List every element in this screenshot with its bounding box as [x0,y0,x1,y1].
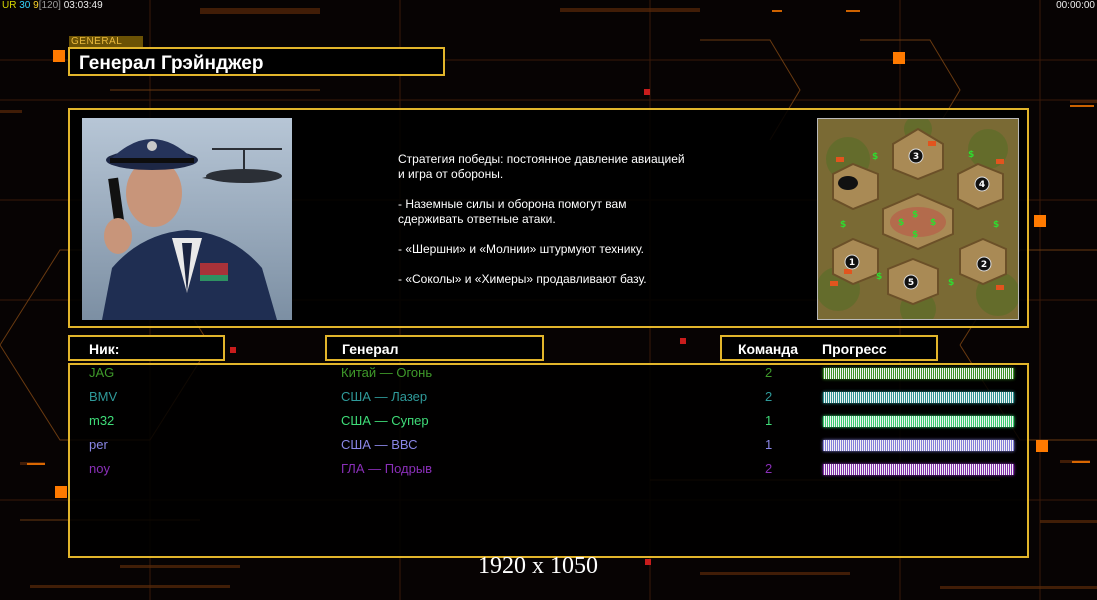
player-nick: BMV [89,389,118,404]
player-progress-fill [823,464,1014,475]
players-rows: JAG Китай — Огонь 2 BMV США — Лазер 2 m32 США —… [0,365,1097,555]
strategy-line: Стратегия победы: постоянное давление ав… [398,152,685,181]
player-progress-fill [823,392,1014,403]
supply-marker: $ [840,220,846,230]
supply-marker: $ [993,220,999,230]
player-general: Китай — Огонь [341,365,433,380]
player-nick: m32 [89,413,115,428]
player-team: 2 [765,365,773,380]
player-progress-bar [823,440,1014,451]
header-team-progress: Команда Прогресс [720,335,938,361]
player-team: 2 [765,461,773,476]
player-general: ГЛА — Подрыв [341,461,433,476]
player-progress-bar [823,392,1014,403]
map-preview-image: $ $ $ $ $ $ $ $ $ $ 1 2 3 4 5 [818,119,1018,319]
player-team: 1 [765,413,773,428]
start-position-3: 3 [913,152,919,162]
general-title-box: Генерал Грэйнджер [68,47,445,76]
general-portrait [82,118,292,320]
supply-marker: $ [872,152,878,162]
player-general: США — ВВС [341,437,418,452]
map-preview: $ $ $ $ $ $ $ $ $ $ 1 2 3 4 5 [817,118,1019,320]
header-team-label: Команда [738,341,798,357]
header-nick: Ник: [68,335,225,361]
header-nick-label: Ник: [89,341,120,357]
hud-fps: 30 [16,0,31,11]
strategy-line: - «Шершни» и «Молнии» штурмуют технику. [398,242,644,256]
start-position-1: 1 [849,258,855,268]
resolution-label: 1920 x 1050 [478,553,598,579]
player-progress-bar [823,368,1014,379]
player-nick: noy [89,461,110,476]
player-progress-bar [823,416,1014,427]
player-row: JAG Китай — Огонь 2 [0,365,1014,389]
hud-label: UR [2,0,17,11]
start-position-2: 2 [981,260,987,270]
supply-marker: $ [930,218,936,228]
start-position-4: 4 [979,180,985,190]
supply-marker: $ [948,278,954,288]
player-progress-bar [823,464,1014,475]
player-progress-fill [823,416,1014,427]
player-general: США — Супер [341,413,429,428]
hud-timer: 00:00:00 [1056,0,1095,11]
strategy-line: - Наземные силы и оборона помогут вам сд… [398,197,627,226]
player-row: per США — ВВС 1 [0,437,1014,461]
player-team: 2 [765,389,773,404]
hud-clock: 03:03:49 [60,0,103,11]
player-progress-fill [823,368,1014,379]
player-progress-fill [823,440,1014,451]
supply-marker: $ [912,210,918,220]
player-team: 1 [765,437,773,452]
supply-marker: $ [876,272,882,282]
header-progress-label: Прогресс [822,341,887,357]
supply-marker: $ [898,218,904,228]
player-row: BMV США — Лазер 2 [0,389,1014,413]
hud-stats: UR 30 9[120] 03:03:49 [2,0,103,11]
header-general: Генерал [325,335,544,361]
hud-frame: [120] [38,0,61,11]
header-general-label: Генерал [342,341,399,357]
player-row: noy ГЛА — Подрыв 2 [0,461,1014,485]
start-position-5: 5 [908,278,914,288]
player-nick: per [89,437,108,452]
player-row: m32 США — Супер 1 [0,413,1014,437]
general-name: Генерал Грэйнджер [79,53,264,74]
strategy-description: Стратегия победы: постоянное давление ав… [398,152,748,302]
player-nick: JAG [89,365,115,380]
strategy-line: - «Соколы» и «Химеры» продавливают базу. [398,272,647,286]
portrait-image [82,118,292,320]
supply-marker: $ [968,150,974,160]
hud-latency: 9 [30,0,39,11]
player-general: США — Лазер [341,389,428,404]
supply-marker: $ [912,230,918,240]
